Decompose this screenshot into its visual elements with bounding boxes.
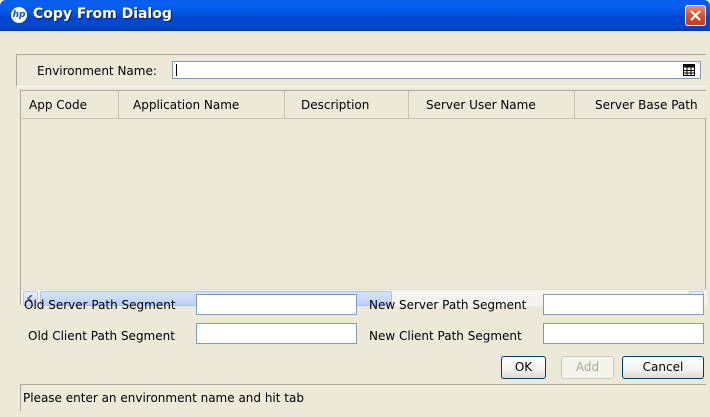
close-button[interactable] xyxy=(685,5,706,26)
column-label: Server User Name xyxy=(426,98,536,112)
cancel-button[interactable]: Cancel xyxy=(622,356,704,379)
add-button[interactable]: Add xyxy=(561,356,614,379)
ok-button[interactable]: OK xyxy=(501,356,546,379)
column-label: Description xyxy=(301,98,370,112)
close-icon xyxy=(690,10,701,21)
environment-name-input[interactable] xyxy=(172,61,701,79)
title-bar[interactable]: hp Copy From Dialog xyxy=(0,0,710,31)
environment-name-label: Environment Name: xyxy=(37,64,157,78)
old-server-path-input[interactable] xyxy=(196,294,357,315)
column-header-application-name[interactable]: Application Name xyxy=(119,91,285,118)
dialog-content: Environment Name: App Code Application N… xyxy=(3,31,707,414)
hp-logo-icon: hp xyxy=(11,7,27,23)
column-header-description[interactable]: Description xyxy=(285,91,409,118)
status-bar: Please enter an environment name and hit… xyxy=(20,384,706,411)
column-label: Server Base Path xyxy=(595,98,698,112)
table-lookup-icon[interactable] xyxy=(683,64,695,76)
copy-from-dialog-window: hp Copy From Dialog Environment Name: Ap… xyxy=(0,0,710,417)
window-title: Copy From Dialog xyxy=(33,6,172,22)
column-label: Application Name xyxy=(133,98,240,112)
status-text: Please enter an environment name and hit… xyxy=(23,391,304,405)
table-header: App Code Application Name Description Se… xyxy=(21,91,707,119)
column-label: App Code xyxy=(29,98,87,112)
new-client-path-label: New Client Path Segment xyxy=(369,329,522,343)
text-caret xyxy=(176,64,177,76)
column-header-app-code[interactable]: App Code xyxy=(21,91,119,118)
old-client-path-input[interactable] xyxy=(196,323,357,344)
column-header-server-base-path[interactable]: Server Base Path xyxy=(575,91,710,118)
applications-table[interactable]: App Code Application Name Description Se… xyxy=(20,90,707,306)
column-header-server-user-name[interactable]: Server User Name xyxy=(409,91,575,118)
new-client-path-input[interactable] xyxy=(543,323,704,344)
old-server-path-label: Old Server Path Segment xyxy=(24,298,176,312)
new-server-path-input[interactable] xyxy=(543,294,704,315)
environment-panel: Environment Name: xyxy=(16,54,706,87)
new-server-path-label: New Server Path Segment xyxy=(369,298,527,312)
old-client-path-label: Old Client Path Segment xyxy=(28,329,175,343)
